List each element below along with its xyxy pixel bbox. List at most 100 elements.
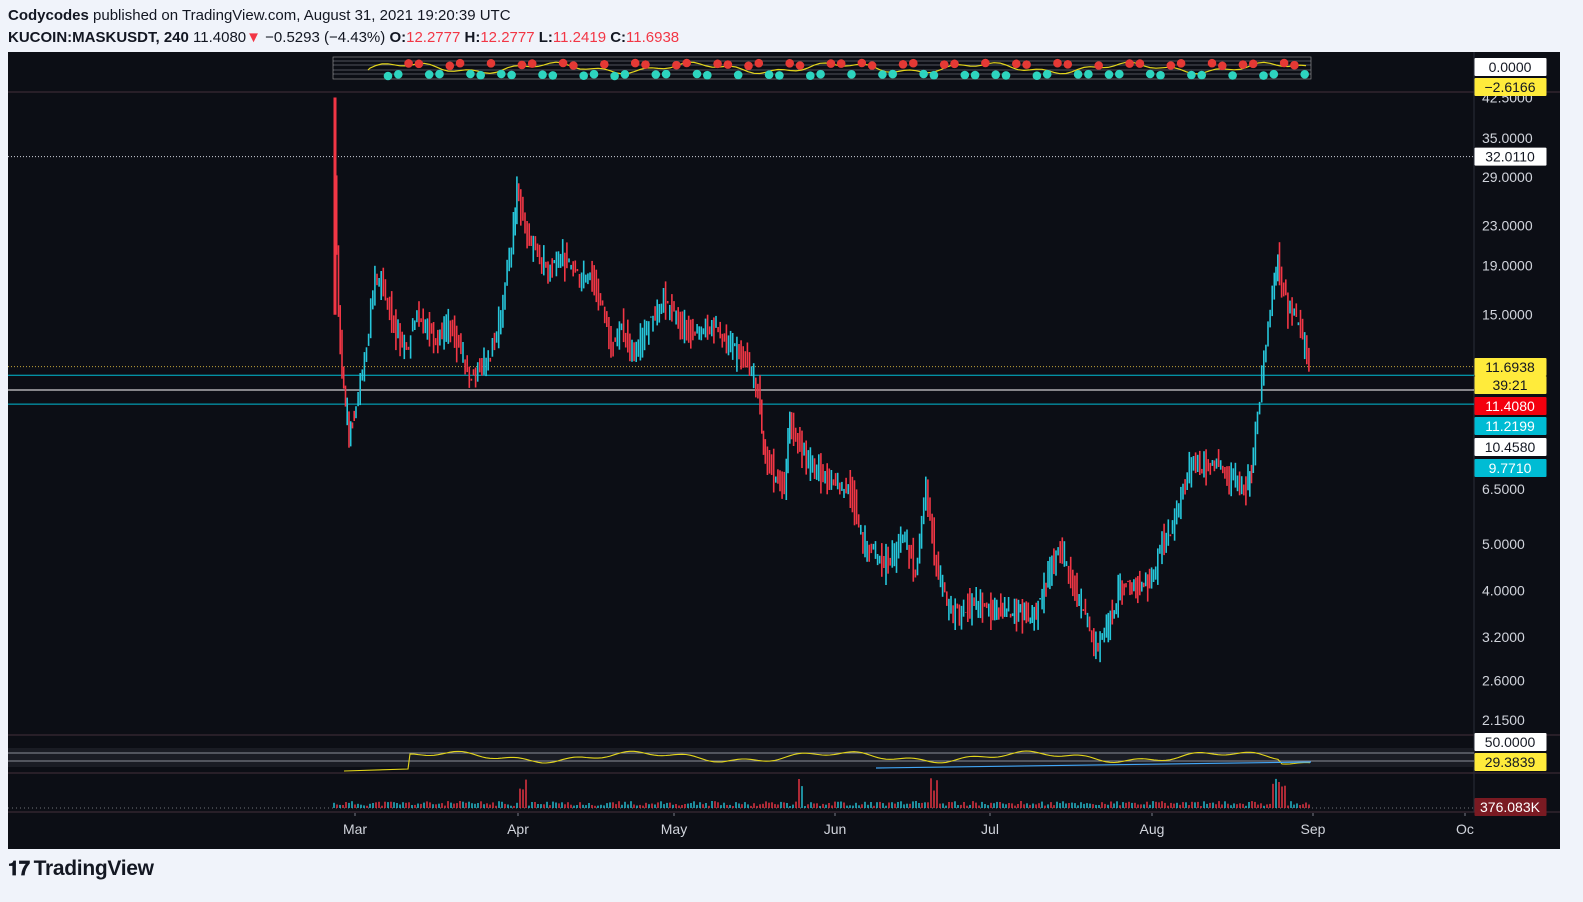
symbol-label: KUCOIN:MASKUSDT, 240 (8, 29, 189, 46)
price-series (333, 97, 1310, 663)
open-value: 12.2777 (406, 29, 461, 46)
top-pane-axis-label: 0.0000 (1489, 59, 1532, 75)
signal-dot (661, 69, 671, 79)
signal-dot (919, 69, 928, 79)
ohlc-legend: KUCOIN:MASKUSDT, 240 11.4080▼ −0.5293 (−… (8, 29, 679, 46)
high-label: H: (464, 29, 481, 46)
close-value: 11.6938 (626, 29, 680, 46)
time-axis-label: Oc (1456, 821, 1474, 837)
signal-dot (785, 59, 794, 68)
price-axis-label: 9.7710 (1489, 460, 1532, 476)
signal-dot (1104, 70, 1114, 79)
signal-dot (1197, 70, 1206, 80)
signal-dot (1032, 71, 1042, 80)
top-indicator-pane (332, 56, 1312, 81)
signal-dot (682, 58, 691, 68)
price-axis-label: 11.6938 (1485, 359, 1535, 375)
signal-dot (1063, 60, 1073, 69)
signal-dot (589, 69, 599, 79)
signal-dot (424, 70, 434, 79)
oscillator-axis-label: 29.3839 (1485, 754, 1536, 770)
time-axis-label: Apr (507, 821, 529, 837)
tradingview-logo-icon: 𝟏𝟕 (8, 858, 30, 880)
low-value: 11.2419 (552, 29, 607, 46)
signal-dot (1022, 60, 1031, 69)
signal-dot (548, 71, 558, 80)
oscillator-axis-label: 50.0000 (1485, 734, 1536, 750)
signal-dot (775, 71, 784, 80)
logo-text: TradingView (33, 857, 154, 880)
price-tick-label: 2.6000 (1482, 672, 1525, 688)
time-axis-label: Mar (343, 821, 367, 837)
signal-dot (754, 58, 764, 68)
top-pane-axis-label: −2.6166 (1485, 79, 1536, 95)
last-price: 11.4080 (193, 29, 247, 46)
price-tick-label: 35.0000 (1482, 130, 1533, 146)
volume-pane (8, 778, 1474, 809)
signal-dot (527, 59, 537, 68)
signal-dot (414, 59, 424, 69)
signal-dot (1259, 71, 1268, 80)
signal-dot (445, 61, 455, 71)
signal-dot (517, 60, 527, 70)
price-tick-label: 6.5000 (1482, 481, 1525, 497)
signal-dot (929, 70, 939, 80)
signal-dot (764, 70, 774, 79)
low-label: L: (538, 29, 553, 46)
signal-dot (600, 60, 609, 69)
signal-dot (672, 60, 681, 70)
signal-dot (878, 70, 887, 79)
signal-dot (950, 59, 959, 69)
signal-dot (1228, 71, 1237, 80)
signal-dot (610, 71, 619, 81)
signal-dot (1125, 59, 1134, 68)
signal-dot (1001, 71, 1011, 80)
signal-dot (744, 61, 753, 71)
signal-dot (898, 60, 908, 69)
price-tick-label: 15.0000 (1482, 307, 1533, 323)
signal-dot (1042, 69, 1052, 79)
price-axis-label: 39:21 (1492, 377, 1527, 393)
signal-dot (1084, 69, 1093, 79)
time-axis-label: Jun (824, 821, 847, 837)
chart-svg[interactable]: 42.500035.000029.000023.000019.000015.00… (8, 52, 1560, 849)
signal-dot (836, 59, 846, 68)
time-axis-label: Jul (981, 821, 999, 837)
signal-dot (394, 70, 403, 79)
signal-dot (1279, 58, 1289, 68)
signal-dot (692, 69, 702, 79)
tradingview-logo[interactable]: 𝟏𝟕 TradingView (8, 857, 154, 881)
author-name[interactable]: Codycodes (8, 7, 89, 24)
signal-dot (888, 69, 897, 79)
signal-dot (620, 70, 630, 79)
signal-dot (641, 60, 650, 69)
signal-dot (857, 58, 867, 68)
signal-dot (1176, 59, 1186, 68)
signal-dot (1012, 59, 1021, 69)
signal-dot (847, 70, 856, 79)
oscillator-band (8, 748, 1474, 767)
signal-dot (497, 69, 506, 79)
signal-dot (651, 70, 661, 79)
signal-dot (703, 70, 712, 80)
time-axis-label: May (661, 821, 687, 837)
signal-dot (435, 69, 444, 79)
signal-dot (630, 58, 640, 68)
down-arrow-icon: ▼ (246, 29, 261, 46)
publish-info: Codycodes published on TradingView.com, … (8, 7, 511, 24)
signal-dot (970, 70, 980, 80)
signal-dot (1290, 60, 1299, 70)
oscillator-pane (8, 748, 1474, 772)
signal-dot (569, 61, 578, 70)
signal-dot (507, 70, 516, 80)
price-axis-label: 11.2199 (1485, 418, 1535, 434)
signal-dot (476, 70, 486, 80)
signal-dot (939, 60, 949, 69)
price-axis-label: 10.4580 (1485, 439, 1536, 455)
signal-dot (1135, 59, 1145, 68)
signal-dot (558, 58, 568, 68)
publish-text: published on TradingView.com, August 31,… (93, 7, 511, 24)
signal-dot (1207, 58, 1217, 68)
chart-area[interactable]: 42.5000 35.0000 29.0000 23.0000 19.0000 15.00… (8, 52, 1560, 849)
signal-dot (1073, 70, 1083, 79)
